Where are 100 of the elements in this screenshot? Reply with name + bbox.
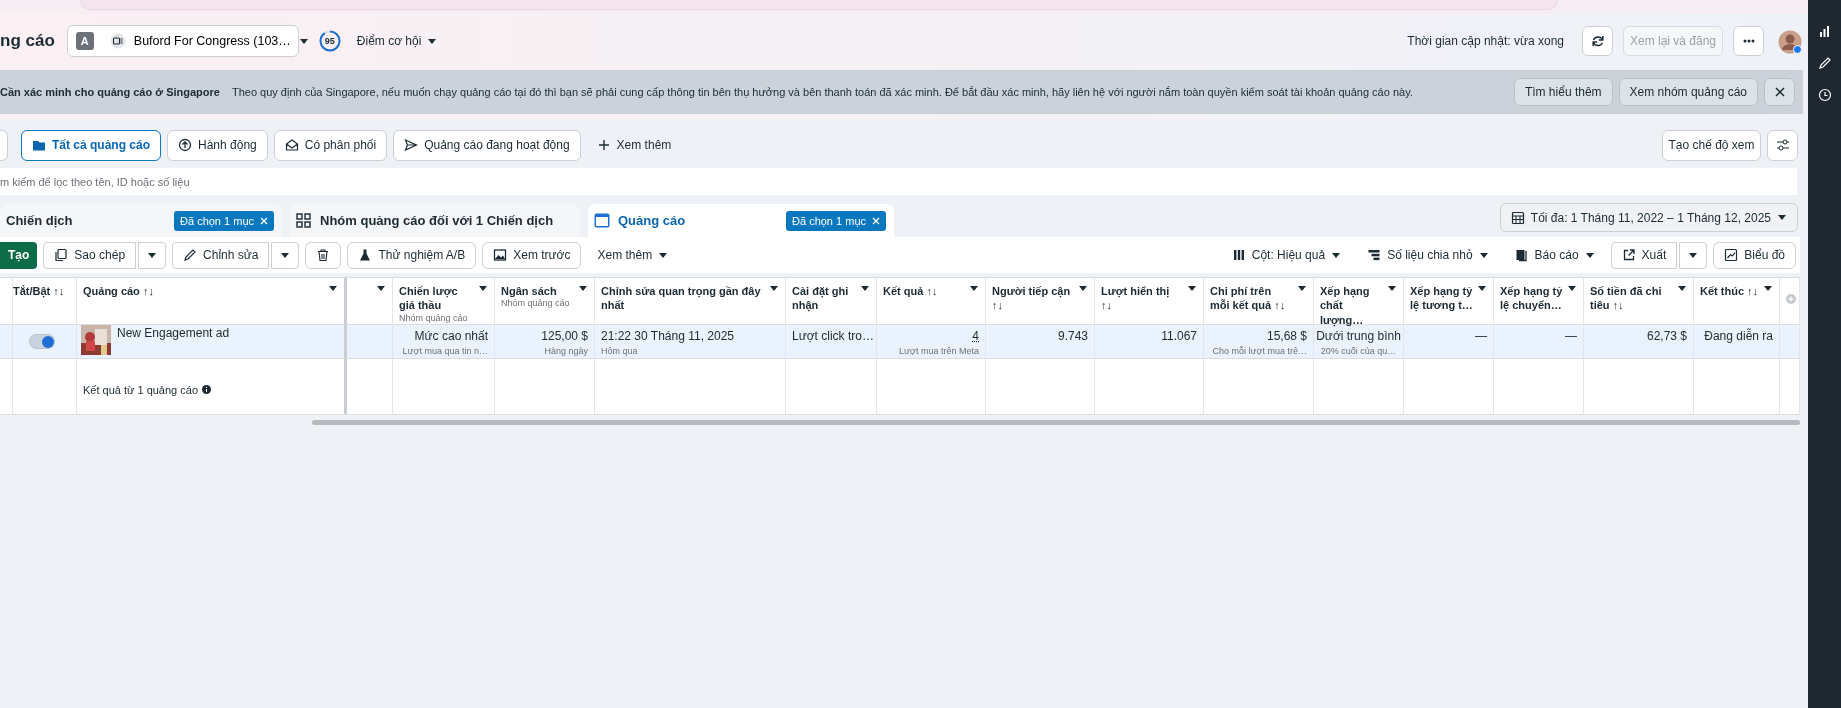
refresh-button[interactable]	[1582, 26, 1613, 56]
arrow-up-icon	[178, 138, 193, 152]
table-cell: Mức cao nhất	[414, 328, 488, 344]
level-tab[interactable]: Nhóm quảng cáo đối với 1 Chiến dịch	[290, 204, 580, 237]
caret-icon	[427, 36, 438, 46]
cell-note: Cho mỗi lượt mua trê…	[1212, 346, 1307, 356]
columns-icon	[1231, 248, 1246, 262]
close-button[interactable]	[1764, 78, 1795, 106]
caret-icon[interactable]	[769, 284, 779, 293]
empty-cell	[347, 359, 393, 415]
table-cell: 62,73 $	[1646, 328, 1687, 344]
scrollbar[interactable]	[312, 420, 1800, 425]
toggle-switch[interactable]	[28, 334, 55, 349]
selection-badge[interactable]: Đã chọn 1 mục	[174, 210, 274, 231]
page-title: ng cáo	[0, 31, 55, 51]
caret-icon	[298, 36, 309, 46]
search-field[interactable]: m kiếm để lọc theo tên, ID hoặc số liệu	[0, 168, 1797, 195]
table-cell: —	[1565, 328, 1577, 344]
level-tab[interactable]: Chiến dịch Đã chọn 1 mục	[0, 204, 282, 237]
caret-icon[interactable]	[478, 284, 488, 293]
toolbar-button[interactable]: Chỉnh sửa	[172, 241, 270, 269]
pencil-icon[interactable]	[1817, 56, 1832, 70]
delete-button[interactable]	[305, 241, 342, 269]
caret-icon[interactable]	[1567, 284, 1577, 293]
caret-icon	[658, 250, 669, 260]
table-cell: 9.743	[1057, 328, 1088, 344]
banner-button[interactable]: Xem nhóm quảng cáo	[1618, 78, 1758, 106]
copy-icon	[54, 248, 69, 262]
clock-icon[interactable]	[1817, 88, 1832, 102]
chart-icon[interactable]	[1817, 24, 1832, 38]
toolbar-button[interactable]: Thử nghiệm A/B	[347, 241, 477, 269]
caret-icon	[1331, 250, 1342, 260]
info-icon	[202, 385, 211, 394]
date-range-button[interactable]: Tối đa: 1 Tháng 11, 2022 – 1 Tháng 12, 2025	[1499, 203, 1798, 232]
caret-icon[interactable]	[1387, 284, 1397, 293]
caret-icon	[1688, 250, 1699, 260]
filter-button[interactable]: Quảng cáo đang hoạt động	[393, 129, 581, 161]
table-cell-text: 21:22 30 Tháng 11, 2025	[601, 328, 735, 344]
dropdown-button[interactable]	[138, 241, 167, 269]
filter-button[interactable]: Có phân phối	[273, 129, 388, 161]
empty-cell	[1780, 359, 1800, 415]
calendar-icon	[1510, 210, 1525, 225]
create-view-button[interactable]: Tạo chế độ xem	[1662, 129, 1761, 161]
export-icon	[1621, 248, 1636, 262]
banner-button[interactable]: Tìm hiểu thêm	[1513, 78, 1613, 106]
folder-icon	[32, 138, 46, 152]
flask-icon	[358, 248, 373, 262]
table-cell: —	[1475, 328, 1487, 344]
caret-icon[interactable]	[1477, 284, 1487, 293]
close-icon	[1773, 86, 1786, 98]
chart-icon	[1724, 248, 1739, 262]
filter-button[interactable]: Hành động	[167, 129, 268, 161]
caret-icon[interactable]	[578, 284, 588, 293]
more-icon	[1742, 39, 1755, 43]
table-cell: Dưới trung bình	[1316, 328, 1401, 344]
envelope-icon	[284, 138, 299, 152]
dropdown-button[interactable]	[1679, 241, 1708, 269]
score-badge: 95	[318, 30, 341, 52]
ad-name[interactable]: New Engagement ad	[117, 325, 230, 341]
close-icon	[260, 216, 268, 225]
column-header[interactable]: Chiến lược giá thầu	[399, 284, 474, 313]
toolbar-button[interactable]: Xem trước	[482, 241, 582, 269]
trash-icon	[316, 248, 331, 262]
dropdown-button[interactable]	[271, 241, 300, 269]
account-icon	[109, 33, 126, 49]
filter-button[interactable]: Tất cả quảng cáo	[21, 129, 162, 161]
image-icon	[493, 248, 508, 262]
settings-button[interactable]	[1767, 129, 1798, 161]
caret-icon[interactable]	[1297, 284, 1307, 293]
toolbar-button[interactable]: Tạo	[0, 241, 38, 269]
selection-badge[interactable]: Đã chọn 1 mục	[786, 210, 886, 231]
caret-icon[interactable]	[328, 284, 338, 293]
cell-note: Lượt mua trên Meta	[899, 346, 979, 356]
document-icon	[1514, 248, 1529, 262]
table-cell: 15,68 $	[1266, 328, 1307, 344]
caret-icon[interactable]	[969, 284, 979, 293]
caret-icon[interactable]	[376, 284, 386, 293]
caret-icon[interactable]	[1763, 284, 1773, 293]
caret-icon	[147, 250, 158, 260]
plus-icon	[596, 138, 611, 152]
level-tab[interactable]: Quảng cáo Đã chọn 1 mục	[588, 204, 894, 237]
more-filters-button[interactable]: Xem thêm	[586, 129, 682, 161]
caret-icon[interactable]	[1677, 284, 1687, 293]
opportunity-menu[interactable]: Điểm cơ hội	[346, 26, 448, 56]
toolbar-button[interactable]: Xuất	[1610, 241, 1678, 269]
caret-icon[interactable]	[1187, 284, 1197, 293]
caret-icon[interactable]	[1078, 284, 1088, 293]
caret-icon[interactable]	[860, 284, 870, 293]
send-icon	[404, 138, 419, 152]
column-header[interactable]: Ngân sách	[501, 284, 574, 299]
banner-text: Theo quy định của Singapore, nếu muốn chạy quảng cáo tại đó thì bạn sẽ phải cung cấp thông tin bên thụ hưởng và bên thanh toán đã xác minh. Để bắt đầu xác minh, hãy liên hệ với người nắm toàn quyền kiểm soát tài khoản quảng cáo này.	[231, 86, 1413, 98]
settings-icon	[1775, 138, 1790, 152]
toolbar-button[interactable]: Biểu đồ	[1713, 241, 1796, 269]
banner-title: Cần xác minh cho quảng cáo ở Singapore	[0, 86, 220, 98]
toolbar-button[interactable]: Sao chép	[43, 241, 137, 269]
account-initial: A	[75, 32, 94, 50]
table-cell: 125,00 $	[541, 328, 588, 344]
column-subtitle: Nhóm quảng cáo	[399, 312, 469, 323]
table-row[interactable]	[0, 325, 1800, 359]
pencil-icon	[183, 248, 198, 262]
